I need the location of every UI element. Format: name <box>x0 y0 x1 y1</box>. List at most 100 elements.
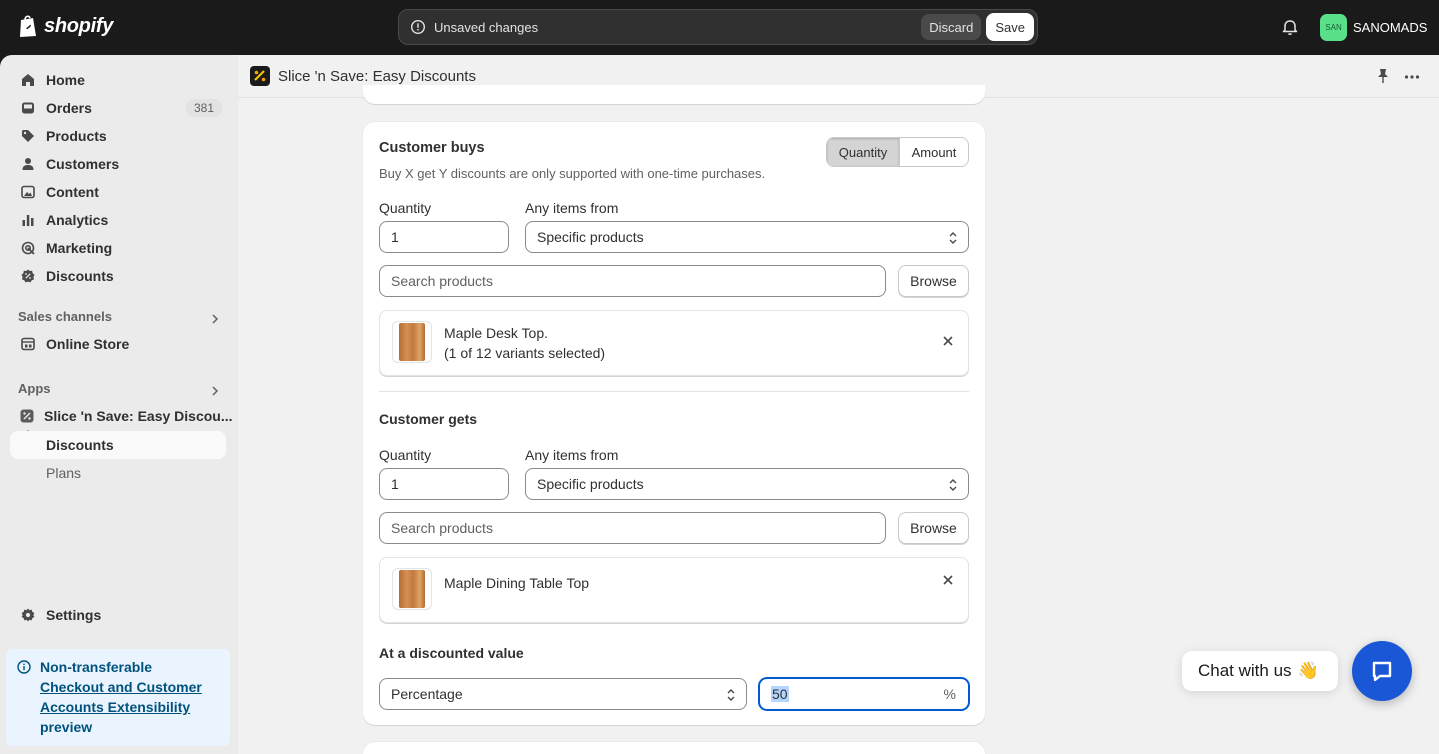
sidebar-item-settings[interactable]: Settings <box>10 601 226 629</box>
sidebar-subitem-plans[interactable]: Plans <box>10 459 226 487</box>
percent-suffix: % <box>943 686 956 702</box>
select-value: Specific products <box>537 229 644 245</box>
inbox-icon <box>20 100 36 116</box>
info-icon <box>17 660 31 674</box>
sidebar-item-label: Products <box>46 128 107 144</box>
select-value: Percentage <box>391 686 463 702</box>
discard-button[interactable]: Discard <box>921 14 982 40</box>
top-bar: shopify Unsaved changes Discard Save SAN… <box>0 0 1439 55</box>
product-thumbnail <box>392 568 432 610</box>
sidebar-item-label: Discounts <box>46 268 114 284</box>
close-icon[interactable] <box>942 574 954 586</box>
tag-icon <box>20 128 36 144</box>
sidebar-item-home[interactable]: Home <box>10 66 226 94</box>
sidebar-item-label: Plans <box>46 465 82 481</box>
bar-chart-icon <box>20 212 36 228</box>
one-time-purchase-note: Buy X get Y discounts are only supported… <box>379 166 766 181</box>
buys-quantity-label: Quantity <box>379 200 432 216</box>
account-menu[interactable]: SAN SANOMADS <box>1320 14 1427 41</box>
chat-with-us-bubble[interactable]: Chat with us 👋 <box>1182 651 1338 691</box>
select-value: Specific products <box>537 476 644 492</box>
chat-launcher-button[interactable] <box>1352 641 1412 701</box>
notice-title: Non-transferable <box>40 659 153 675</box>
sidebar-item-label: Settings <box>46 607 102 623</box>
chevron-right-icon[interactable] <box>208 312 222 326</box>
sidebar-item-label: Content <box>46 184 99 200</box>
sidebar-item-app[interactable]: Slice 'n Save: Easy Discou... <box>10 402 233 430</box>
extensibility-notice: Non-transferable Checkout and Customer A… <box>6 649 230 746</box>
buys-selected-product: Maple Desk Top. (1 of 12 variants select… <box>379 310 969 376</box>
select-arrows-icon <box>949 479 957 491</box>
product-thumbnail <box>392 321 432 363</box>
sidebar-item-label: Slice 'n Save: Easy Discou... <box>44 408 233 424</box>
sidebar-item-label: Marketing <box>46 240 113 256</box>
sales-channels-heading[interactable]: Sales channels <box>18 309 112 324</box>
pin-icon[interactable] <box>1376 68 1390 84</box>
image-icon <box>20 184 36 200</box>
chat-icon <box>1372 661 1392 682</box>
sidebar-item-label: Orders <box>46 100 92 116</box>
gets-search-products-input[interactable]: Search products <box>379 512 886 544</box>
product-name: Maple Dining Table Top <box>444 575 590 591</box>
product-name: Maple Desk Top. <box>444 325 549 341</box>
sidebar-item-discounts[interactable]: Discounts <box>10 262 226 290</box>
gear-icon <box>20 607 36 623</box>
sidebar-item-label: Customers <box>46 156 120 172</box>
more-actions-icon[interactable] <box>1404 69 1420 85</box>
gets-quantity-label: Quantity <box>379 447 432 463</box>
notice-link[interactable]: Checkout and Customer Accounts Extensibi… <box>40 677 220 717</box>
discount-icon <box>20 268 36 284</box>
buys-mode-toggle: Quantity Amount <box>826 137 969 167</box>
shopify-bag-icon <box>20 15 36 37</box>
store-icon <box>20 336 36 352</box>
sidebar-subitem-discounts[interactable]: Discounts <box>10 431 226 459</box>
buys-search-products-input[interactable]: Search products <box>379 265 886 297</box>
gets-items-from-label: Any items from <box>525 447 619 463</box>
shopify-logo[interactable]: shopify <box>18 14 113 38</box>
gets-browse-button[interactable]: Browse <box>898 512 969 544</box>
chat-bubble-text: Chat with us <box>1198 661 1292 680</box>
home-icon <box>20 72 36 88</box>
bell-icon[interactable] <box>1280 17 1300 37</box>
sidebar-item-customers[interactable]: Customers <box>10 150 226 178</box>
buys-browse-button[interactable]: Browse <box>898 265 969 297</box>
gets-quantity-input[interactable]: 1 <box>379 468 509 500</box>
apps-heading[interactable]: Apps <box>18 381 51 396</box>
buys-items-from-select[interactable]: Specific products <box>525 221 969 253</box>
next-card-edge <box>363 742 985 754</box>
notice-tail: preview <box>40 719 93 735</box>
target-icon <box>20 240 36 256</box>
contextual-save-bar: Unsaved changes Discard Save <box>398 9 1038 45</box>
alert-circle-icon <box>410 19 426 35</box>
buys-items-from-label: Any items from <box>525 200 619 216</box>
sidebar-item-marketing[interactable]: Marketing <box>10 234 226 262</box>
sidebar-item-content[interactable]: Content <box>10 178 226 206</box>
discount-type-select[interactable]: Percentage <box>379 678 747 710</box>
select-arrows-icon <box>727 689 735 701</box>
account-name: SANOMADS <box>1353 20 1428 35</box>
discount-percentage-input[interactable]: 50 % <box>758 677 970 711</box>
sidebar-item-label: Home <box>46 72 85 88</box>
customer-gets-heading: Customer gets <box>379 411 478 427</box>
orders-count-badge: 381 <box>185 99 222 117</box>
save-button[interactable]: Save <box>986 13 1034 41</box>
percentage-value: 50 <box>771 686 789 702</box>
waving-hand-icon: 👋 <box>1297 661 1319 680</box>
sidebar-item-online-store[interactable]: Online Store <box>10 330 226 358</box>
logo-text: shopify <box>44 14 114 37</box>
discounted-value-heading: At a discounted value <box>379 645 524 661</box>
section-divider <box>379 391 969 392</box>
unsaved-changes-text: Unsaved changes <box>434 19 539 35</box>
toggle-quantity[interactable]: Quantity <box>827 138 900 166</box>
chevron-right-icon[interactable] <box>208 384 222 398</box>
customer-buys-heading: Customer buys <box>379 140 485 156</box>
buys-quantity-input[interactable]: 1 <box>379 221 509 253</box>
sidebar-item-analytics[interactable]: Analytics <box>10 206 226 234</box>
sidebar: Home Orders 381 Products Customers Conte… <box>0 55 238 754</box>
sidebar-item-products[interactable]: Products <box>10 122 226 150</box>
sidebar-item-orders[interactable]: Orders 381 <box>10 94 226 122</box>
select-arrows-icon <box>949 232 957 244</box>
close-icon[interactable] <box>942 335 954 347</box>
gets-items-from-select[interactable]: Specific products <box>525 468 969 500</box>
toggle-amount[interactable]: Amount <box>900 138 968 166</box>
